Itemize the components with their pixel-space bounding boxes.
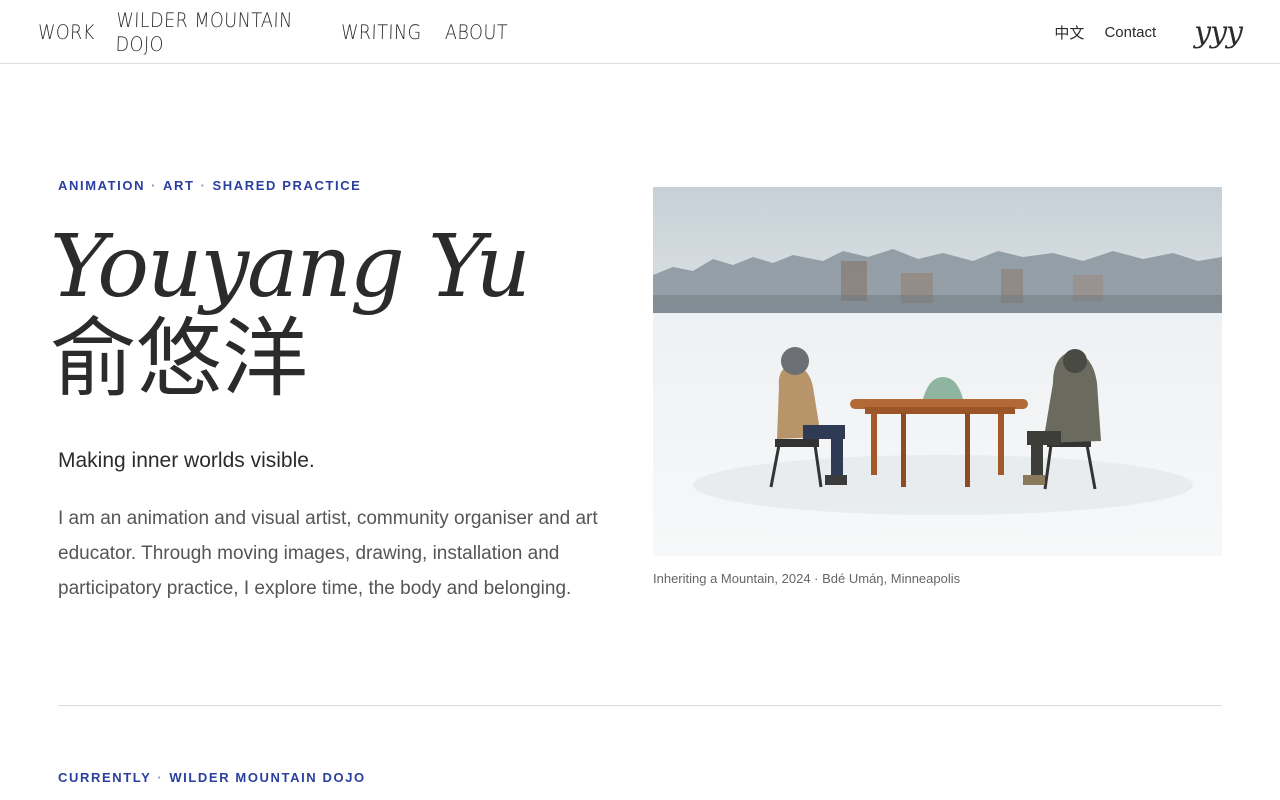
nav-link-about[interactable]: ABOUT	[445, 20, 509, 44]
currently-eyebrow: CURRENTLY · WILDER MOUNTAIN DOJO	[58, 770, 366, 785]
eyebrow-item-animation: ANIMATION	[58, 178, 146, 193]
eyebrow-separator: ·	[151, 178, 158, 193]
currently-label: CURRENTLY	[58, 770, 152, 785]
eyebrow-separator: ·	[200, 178, 207, 193]
hero-figure: Inheriting a Mountain, 2024 · Bdé Umáŋ, …	[653, 187, 1222, 586]
secondary-nav: 中文 Contact yyy	[1054, 0, 1243, 64]
tagline: Making inner worlds visible.	[58, 449, 315, 472]
intro-paragraph: I am an animation and visual artist, com…	[58, 508, 598, 599]
currently-project-link[interactable]: WILDER MOUNTAIN DOJO	[169, 770, 365, 785]
page-title: Youyang Yu 俞悠洋	[50, 221, 618, 405]
hero-intro: ANIMATION · ART · SHARED PRACTICE Youyang Yu…	[50, 178, 618, 606]
nav-link-wilder-mountain-dojo[interactable]: WILDER MOUNTAIN DOJO	[115, 8, 297, 56]
primary-nav: WORK WILDER MOUNTAIN DOJO WRITING ABOUT	[38, 0, 537, 64]
hero-eyebrow: ANIMATION · ART · SHARED PRACTICE	[58, 178, 618, 193]
top-navigation: WORK WILDER MOUNTAIN DOJO WRITING ABOUT …	[0, 0, 1280, 64]
nav-link-writing[interactable]: WRITING	[341, 20, 422, 44]
photo-caption: Inheriting a Mountain, 2024 · Bdé Umáŋ, …	[653, 571, 961, 586]
name-latin: Youyang Yu	[50, 217, 531, 317]
language-switch-link[interactable]: 中文	[1054, 22, 1084, 43]
eyebrow-item-art: ART	[163, 178, 195, 193]
name-cjk: 俞悠洋	[50, 309, 308, 409]
hero-photo	[653, 187, 1222, 556]
site-logo[interactable]: yyy	[1194, 15, 1243, 50]
eyebrow-separator: ·	[157, 770, 164, 785]
frozen-lake-photo-illustration	[653, 187, 1222, 556]
eyebrow-item-shared-practice: SHARED PRACTICE	[212, 178, 362, 193]
section-divider	[58, 705, 1222, 706]
contact-link[interactable]: Contact	[1104, 24, 1156, 41]
nav-link-work[interactable]: WORK	[38, 20, 96, 44]
